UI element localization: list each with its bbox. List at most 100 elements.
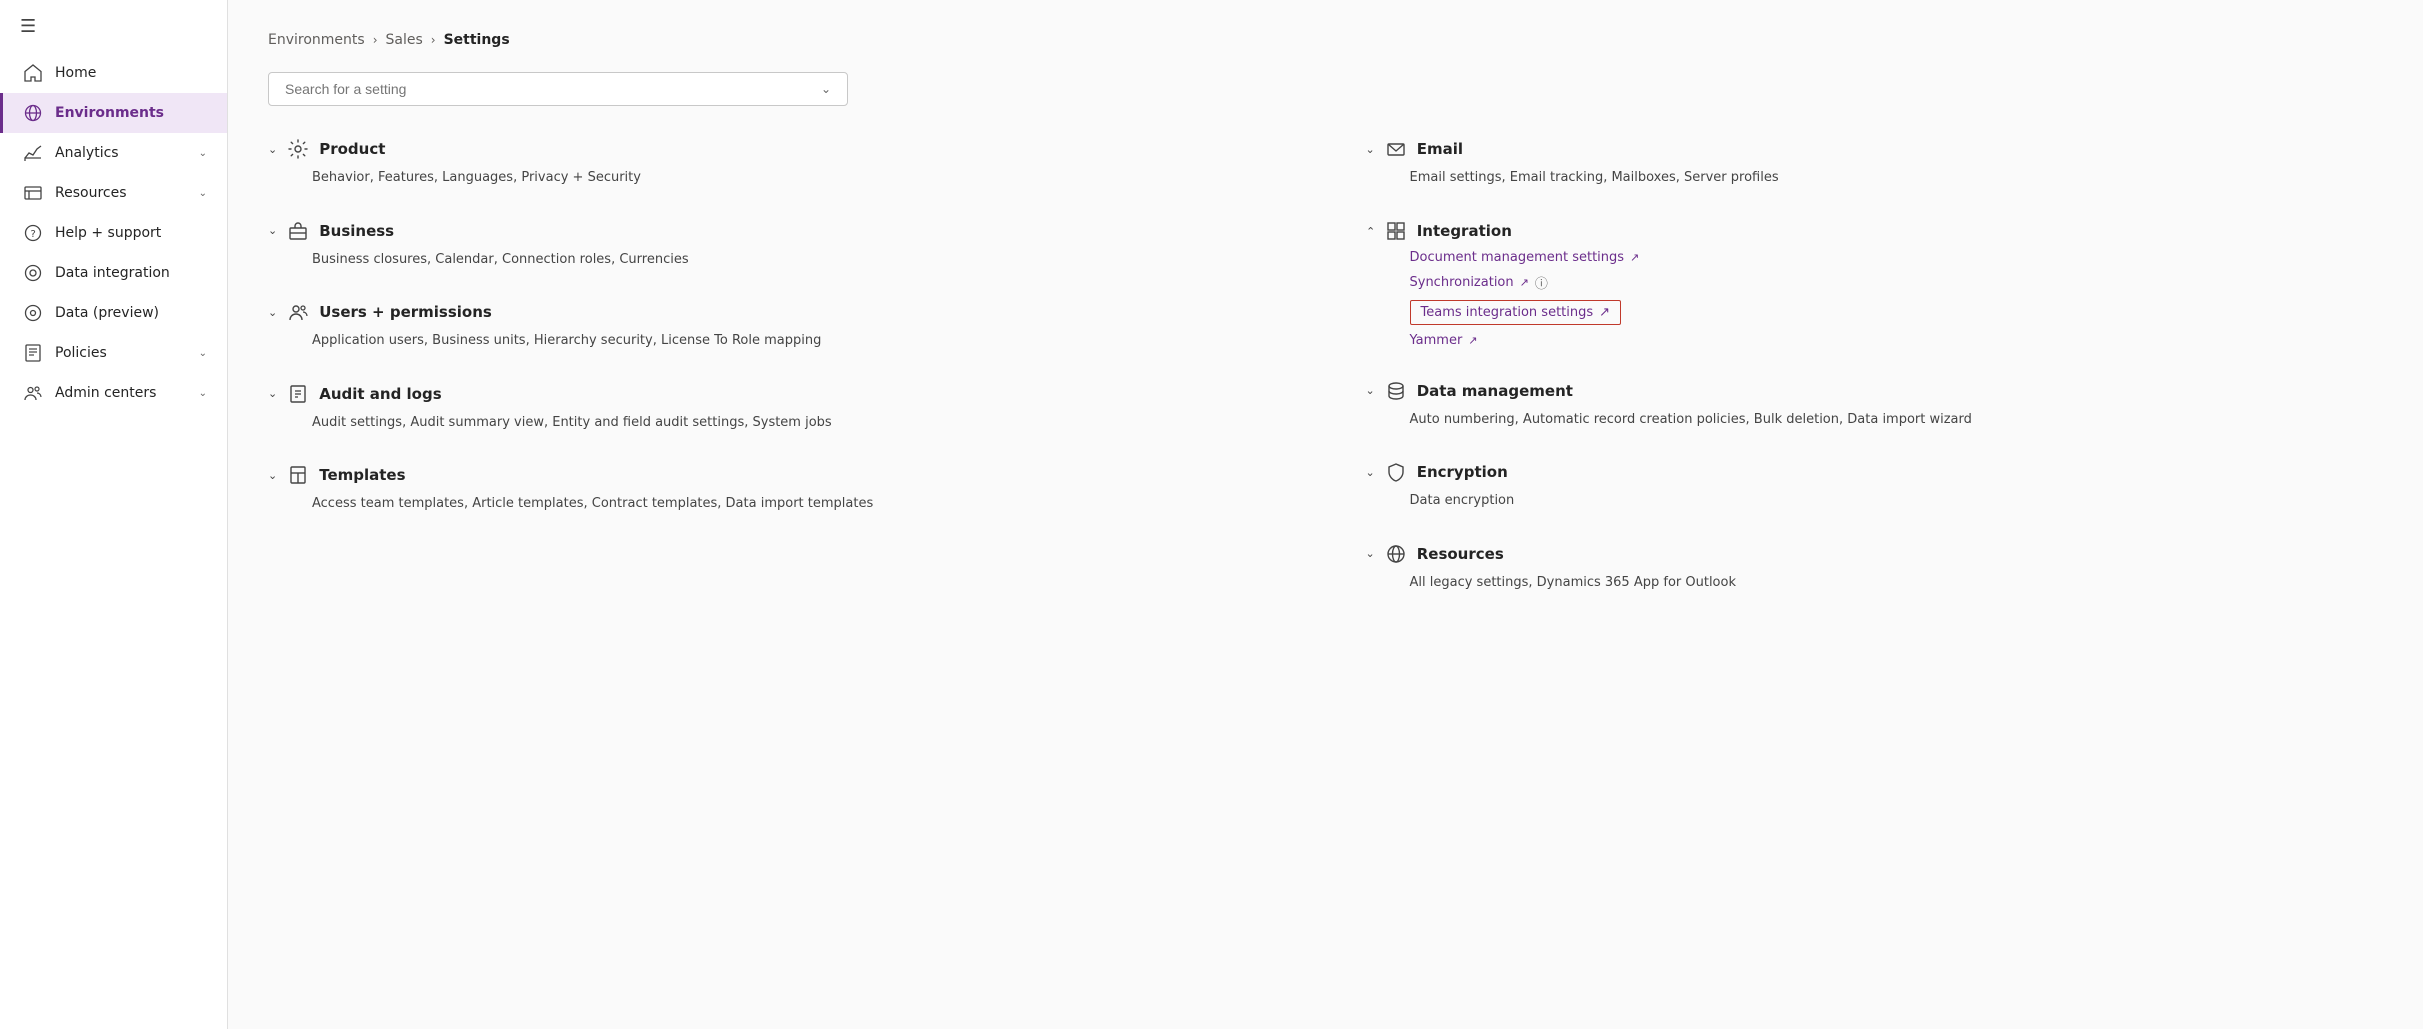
analytics-chevron: ⌄ [199, 148, 207, 159]
resources-section-items: All legacy settings, Dynamics 365 App fo… [1366, 573, 2384, 593]
resources-section: ⌄ Resources All legacy settings, Dynamic… [1366, 543, 2384, 593]
templates-section: ⌄ Templates Access team templates, Artic… [268, 464, 1286, 514]
sidebar-item-environments[interactable]: Environments [0, 93, 227, 133]
data-management-section: ⌄ Data management Auto numbering, Automa… [1366, 380, 2384, 430]
search-input[interactable] [285, 81, 821, 97]
hamburger-menu[interactable]: ☰ [0, 0, 227, 53]
templates-title: Templates [319, 466, 405, 484]
audit-chevron[interactable]: ⌄ [268, 387, 277, 400]
encryption-chevron[interactable]: ⌄ [1366, 466, 1375, 479]
product-items: Behavior, Features, Languages, Privacy +… [268, 168, 1286, 188]
admin-centers-icon [23, 383, 43, 403]
data-management-title: Data management [1417, 382, 1573, 400]
main-content: Environments › Sales › Settings ⌄ ⌄ [228, 0, 2423, 1029]
users-items: Application users, Business units, Hiera… [268, 331, 1286, 351]
sidebar-item-policies-label: Policies [55, 345, 187, 361]
sidebar-item-analytics[interactable]: Analytics ⌄ [0, 133, 227, 173]
synchronization-info-icon: ⓘ [1535, 273, 1548, 292]
business-chevron[interactable]: ⌄ [268, 224, 277, 237]
doc-management-label: Document management settings [1410, 250, 1625, 265]
yammer-ext-icon: ↗ [1468, 334, 1477, 347]
breadcrumb-environments[interactable]: Environments [268, 32, 365, 48]
doc-management-link[interactable]: Document management settings ↗ [1410, 250, 2384, 265]
encryption-header: ⌄ Encryption [1366, 461, 2384, 483]
data-preview-icon [23, 303, 43, 323]
policies-icon [23, 343, 43, 363]
users-chevron[interactable]: ⌄ [268, 306, 277, 319]
product-chevron[interactable]: ⌄ [268, 143, 277, 156]
search-bar[interactable]: ⌄ [268, 72, 848, 106]
audit-section: ⌄ Audit and logs Audit settings, Audit s… [268, 383, 1286, 433]
integration-chevron[interactable]: ⌄ [1366, 224, 1375, 237]
sidebar-item-admin-centers-label: Admin centers [55, 385, 187, 401]
resources-chevron: ⌄ [199, 188, 207, 199]
synchronization-label: Synchronization [1410, 275, 1514, 290]
integration-header: ⌄ Integration [1366, 220, 2384, 242]
breadcrumb-sep-1: › [373, 33, 378, 47]
product-title: Product [319, 140, 385, 158]
sidebar-item-analytics-label: Analytics [55, 145, 187, 161]
settings-grid: ⌄ Product Behavior, Features, Languages,… [268, 138, 2383, 624]
yammer-label: Yammer [1410, 333, 1463, 348]
sidebar-item-resources-label: Resources [55, 185, 187, 201]
integration-section: ⌄ Integration Document managem [1366, 220, 2384, 348]
sidebar-item-home[interactable]: Home [0, 53, 227, 93]
encryption-title: Encryption [1417, 463, 1508, 481]
breadcrumb-sales[interactable]: Sales [386, 32, 423, 48]
sidebar-item-home-label: Home [55, 65, 207, 81]
environments-icon [23, 103, 43, 123]
email-icon [1385, 138, 1407, 160]
users-header: ⌄ Users + permissions [268, 301, 1286, 323]
yammer-link[interactable]: Yammer ↗ [1410, 333, 2384, 348]
business-icon [287, 220, 309, 242]
email-chevron[interactable]: ⌄ [1366, 143, 1375, 156]
sidebar-item-resources[interactable]: Resources ⌄ [0, 173, 227, 213]
audit-header: ⌄ Audit and logs [268, 383, 1286, 405]
integration-links: Document management settings ↗ Synchroni… [1366, 250, 2384, 348]
sidebar-item-help-label: Help + support [55, 225, 207, 241]
sidebar-item-data-preview-label: Data (preview) [55, 305, 207, 321]
teams-integration-label: Teams integration settings [1421, 305, 1594, 320]
data-management-items: Auto numbering, Automatic record creatio… [1366, 410, 2384, 430]
encryption-section: ⌄ Encryption Data encryption [1366, 461, 2384, 511]
sidebar-item-data-integration-label: Data integration [55, 265, 207, 281]
sidebar: ☰ Home Environments Analytics ⌄ [0, 0, 228, 1029]
resources-section-chevron[interactable]: ⌄ [1366, 547, 1375, 560]
synchronization-ext-icon: ↗ [1520, 276, 1529, 289]
product-header: ⌄ Product [268, 138, 1286, 160]
users-title: Users + permissions [319, 303, 492, 321]
teams-ext-icon: ↗ [1599, 305, 1610, 320]
analytics-icon [23, 143, 43, 163]
integration-icon [1385, 220, 1407, 242]
policies-chevron: ⌄ [199, 348, 207, 359]
sidebar-item-data-preview[interactable]: Data (preview) [0, 293, 227, 333]
resources-section-title: Resources [1417, 545, 1504, 563]
left-column: ⌄ Product Behavior, Features, Languages,… [268, 138, 1286, 624]
templates-chevron[interactable]: ⌄ [268, 469, 277, 482]
templates-header: ⌄ Templates [268, 464, 1286, 486]
business-title: Business [319, 222, 394, 240]
encryption-icon [1385, 461, 1407, 483]
home-icon [23, 63, 43, 83]
sidebar-item-admin-centers[interactable]: Admin centers ⌄ [0, 373, 227, 413]
sidebar-item-policies[interactable]: Policies ⌄ [0, 333, 227, 373]
audit-icon [287, 383, 309, 405]
email-header: ⌄ Email [1366, 138, 2384, 160]
doc-management-ext-icon: ↗ [1630, 251, 1639, 264]
teams-link-wrapper: Teams integration settings ↗ [1410, 300, 1622, 325]
svg-text:?: ? [31, 229, 36, 240]
email-title: Email [1417, 140, 1463, 158]
business-header: ⌄ Business [268, 220, 1286, 242]
sidebar-item-environments-label: Environments [55, 105, 207, 121]
teams-integration-link[interactable]: Teams integration settings ↗ [1410, 300, 1622, 325]
data-management-chevron[interactable]: ⌄ [1366, 384, 1375, 397]
breadcrumb-sep-2: › [431, 33, 436, 47]
sidebar-item-data-integration[interactable]: Data integration [0, 253, 227, 293]
data-management-icon [1385, 380, 1407, 402]
templates-icon [287, 464, 309, 486]
users-section: ⌄ Users + permissions Application users,… [268, 301, 1286, 351]
resources-section-icon [1385, 543, 1407, 565]
synchronization-link[interactable]: Synchronization ↗ ⓘ [1410, 273, 2384, 292]
sidebar-item-help[interactable]: ? Help + support [0, 213, 227, 253]
admin-centers-chevron: ⌄ [199, 388, 207, 399]
